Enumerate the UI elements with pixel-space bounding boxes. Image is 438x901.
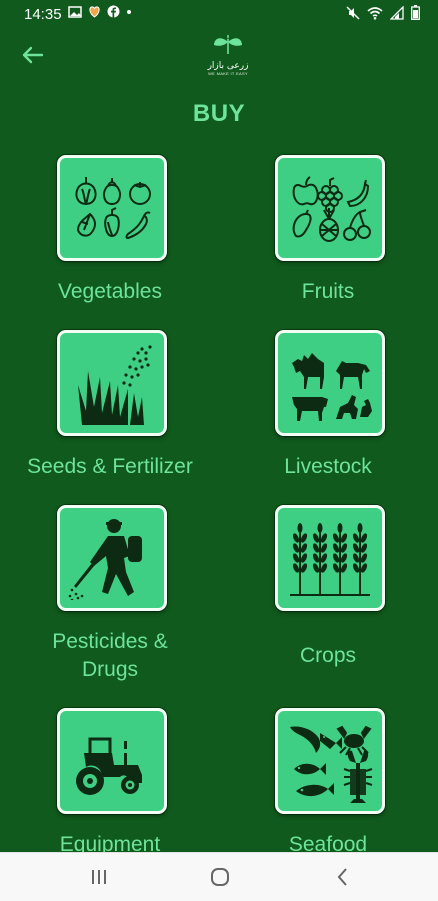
category-tile-livestock[interactable] xyxy=(275,330,385,436)
page-title: BUY xyxy=(192,100,246,127)
category-label-vegetables[interactable]: Vegetables xyxy=(30,278,190,306)
pesticide-sprayer-icon xyxy=(68,519,142,600)
system-icons xyxy=(346,5,420,20)
facebook-icon xyxy=(107,5,120,18)
category-tile-fruits[interactable] xyxy=(275,155,385,261)
category-tile-equipment[interactable] xyxy=(57,708,167,814)
category-label-crops[interactable]: Crops xyxy=(248,642,408,670)
category-label-pesticides-drugs[interactable]: Pesticides & Drugs xyxy=(20,628,200,684)
livestock-icon xyxy=(292,353,372,421)
notification-icons xyxy=(68,5,132,18)
seafood-icon xyxy=(290,725,373,803)
category-tile-vegetables[interactable] xyxy=(57,155,167,261)
crops-icon xyxy=(290,523,370,596)
system-back-button[interactable] xyxy=(328,863,358,891)
tractor-icon xyxy=(76,737,142,795)
app-logo: زرعی بازار WE MAKE IT EASY xyxy=(198,33,258,81)
status-time: 14:35 xyxy=(24,6,62,23)
category-tile-seeds-fertilizer[interactable] xyxy=(57,330,167,436)
heart-shield-icon xyxy=(89,6,100,18)
mute-icon xyxy=(346,5,360,20)
home-icon xyxy=(211,868,229,886)
category-tile-seafood[interactable] xyxy=(275,708,385,814)
wifi-icon xyxy=(367,6,383,20)
app-header: زرعی بازار WE MAKE IT EASY xyxy=(0,28,438,88)
back-button[interactable] xyxy=(18,40,48,70)
logo-text: زرعی بازار xyxy=(207,61,249,71)
home-button[interactable] xyxy=(205,863,235,891)
recent-apps-icon xyxy=(92,870,106,884)
dot-icon xyxy=(127,9,131,14)
category-label-seeds-fertilizer[interactable]: Seeds & Fertilizer xyxy=(10,453,210,481)
back-icon xyxy=(337,868,347,886)
logo-tagline: WE MAKE IT EASY xyxy=(208,71,248,76)
vegetables-icon xyxy=(75,177,151,240)
fruits-icon xyxy=(292,176,371,242)
recent-apps-button[interactable] xyxy=(84,863,114,891)
signal-icon xyxy=(390,5,404,20)
status-bar: 14:35 xyxy=(0,0,438,28)
category-tile-crops[interactable] xyxy=(275,505,385,611)
seeds-icon xyxy=(78,345,152,425)
system-nav-bar xyxy=(0,852,438,901)
arrow-left-icon xyxy=(22,46,44,64)
battery-icon xyxy=(411,5,420,20)
category-tile-pesticides-drugs[interactable] xyxy=(57,505,167,611)
category-label-livestock[interactable]: Livestock xyxy=(248,453,408,481)
leaf-logo-icon xyxy=(214,34,242,54)
gallery-icon xyxy=(68,5,82,18)
category-label-fruits[interactable]: Fruits xyxy=(248,278,408,306)
